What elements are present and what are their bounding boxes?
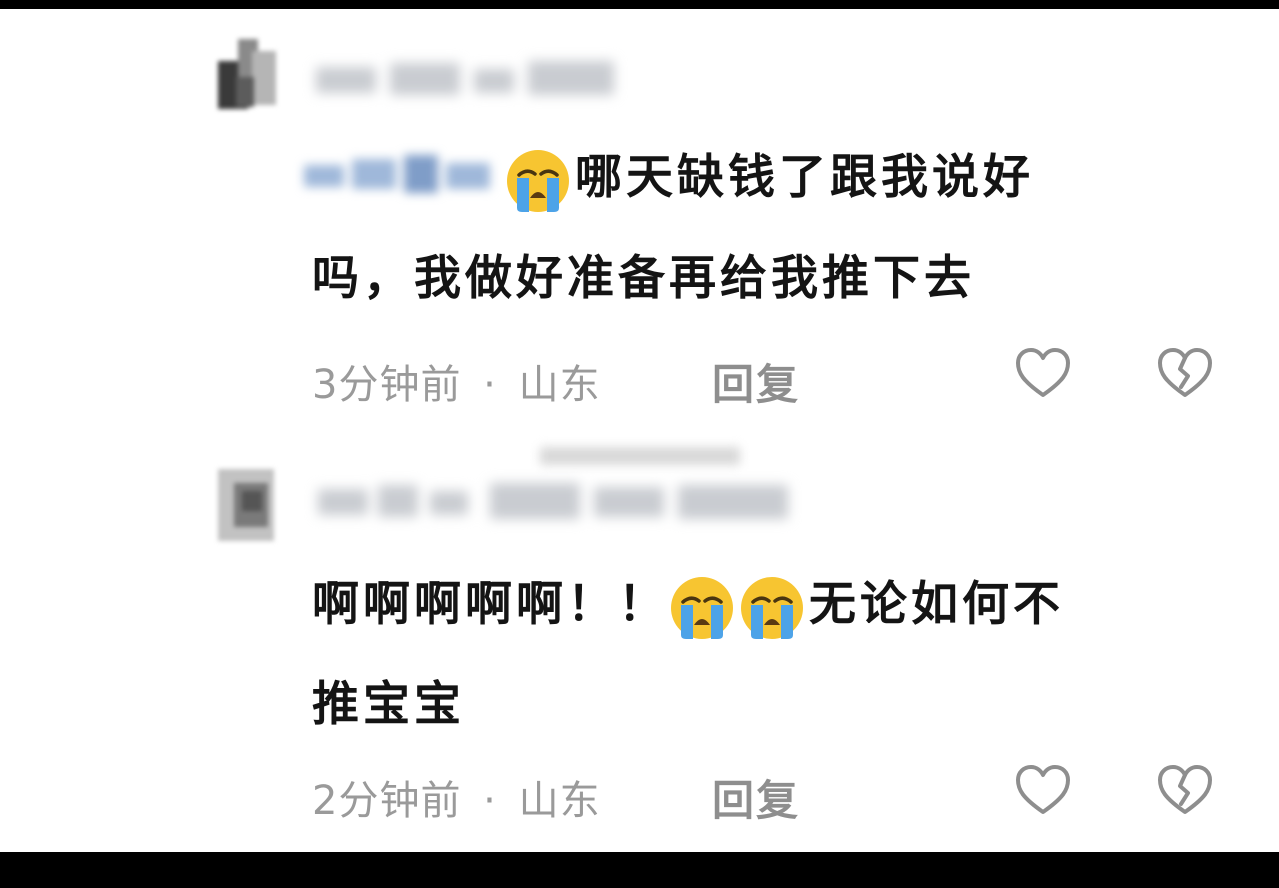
comment-text: 啊啊啊啊啊！！ 无论如何不	[312, 575, 1064, 641]
meta-separator: ·	[483, 362, 497, 408]
loudly-crying-face-icon	[671, 577, 733, 639]
comment-text-line: 推宝宝	[312, 677, 465, 732]
username-blurred	[540, 443, 740, 469]
reply-button[interactable]: 回复	[712, 767, 800, 828]
avatar[interactable]	[212, 465, 278, 549]
broken-heart-icon[interactable]	[1155, 762, 1215, 818]
avatar[interactable]	[212, 31, 278, 115]
comment-text-line: 吗，我做好准备再给我推下去	[312, 251, 975, 306]
comment-text-line: 无论如何不	[809, 577, 1064, 632]
comment-meta: 2分钟前 · 山东	[312, 768, 601, 826]
comment-list: 哪天缺钱了跟我说好 吗，我做好准备再给我推下去 3分钟前 · 山东 回复 啊啊啊…	[0, 9, 1279, 852]
comment-text: 哪天缺钱了跟我说好	[505, 148, 1034, 214]
comment-text-line: 啊啊啊啊啊！！	[312, 577, 669, 632]
loudly-crying-face-icon	[507, 150, 569, 212]
bottom-black-bar	[0, 852, 1279, 888]
username-blurred[interactable]	[318, 481, 798, 523]
comment-text-line: 哪天缺钱了跟我说好	[575, 150, 1034, 205]
comment-meta: 3分钟前 · 山东	[312, 352, 601, 410]
broken-heart-icon[interactable]	[1155, 345, 1215, 401]
heart-outline-icon[interactable]	[1013, 762, 1073, 818]
comment-time: 3分钟前	[312, 362, 462, 408]
reply-button[interactable]: 回复	[712, 351, 800, 412]
comment-location: 山东	[518, 362, 601, 408]
username-blurred[interactable]	[316, 61, 616, 101]
heart-outline-icon[interactable]	[1013, 345, 1073, 401]
mention-blurred[interactable]	[298, 149, 498, 205]
comment-time: 2分钟前	[312, 778, 462, 824]
loudly-crying-face-icon	[741, 577, 803, 639]
comment-location: 山东	[518, 778, 601, 824]
meta-separator: ·	[483, 778, 497, 824]
